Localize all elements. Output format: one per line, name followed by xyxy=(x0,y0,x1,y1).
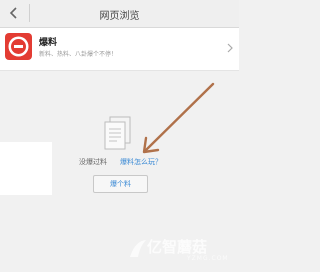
watermark-text: 亿智蘑菇 xyxy=(147,238,208,256)
channel-title: 爆料 xyxy=(39,38,58,48)
watermark-subtext: YZMG.COM xyxy=(187,255,229,262)
baoliao-logo-icon xyxy=(5,33,32,60)
top-bar: 网页浏览 xyxy=(0,0,239,28)
watermark-logo-icon xyxy=(130,240,146,257)
baoliao-channel-row[interactable]: 爆料 新料、热料、八卦爆个不停！ xyxy=(0,28,239,71)
empty-message: 没爆过料 xyxy=(79,158,107,166)
help-link[interactable]: 爆料怎么玩？ xyxy=(120,157,162,167)
document-icon xyxy=(104,116,131,150)
submit-tip-button[interactable]: 爆个料 xyxy=(93,175,148,193)
blank-panel xyxy=(0,142,52,195)
watermark: 亿智蘑菇 YZMG.COM xyxy=(125,236,235,268)
page-title: 网页浏览 xyxy=(99,11,140,22)
channel-description: 新料、热料、八卦爆个不停！ xyxy=(39,51,118,58)
chevron-right-icon xyxy=(227,43,233,53)
